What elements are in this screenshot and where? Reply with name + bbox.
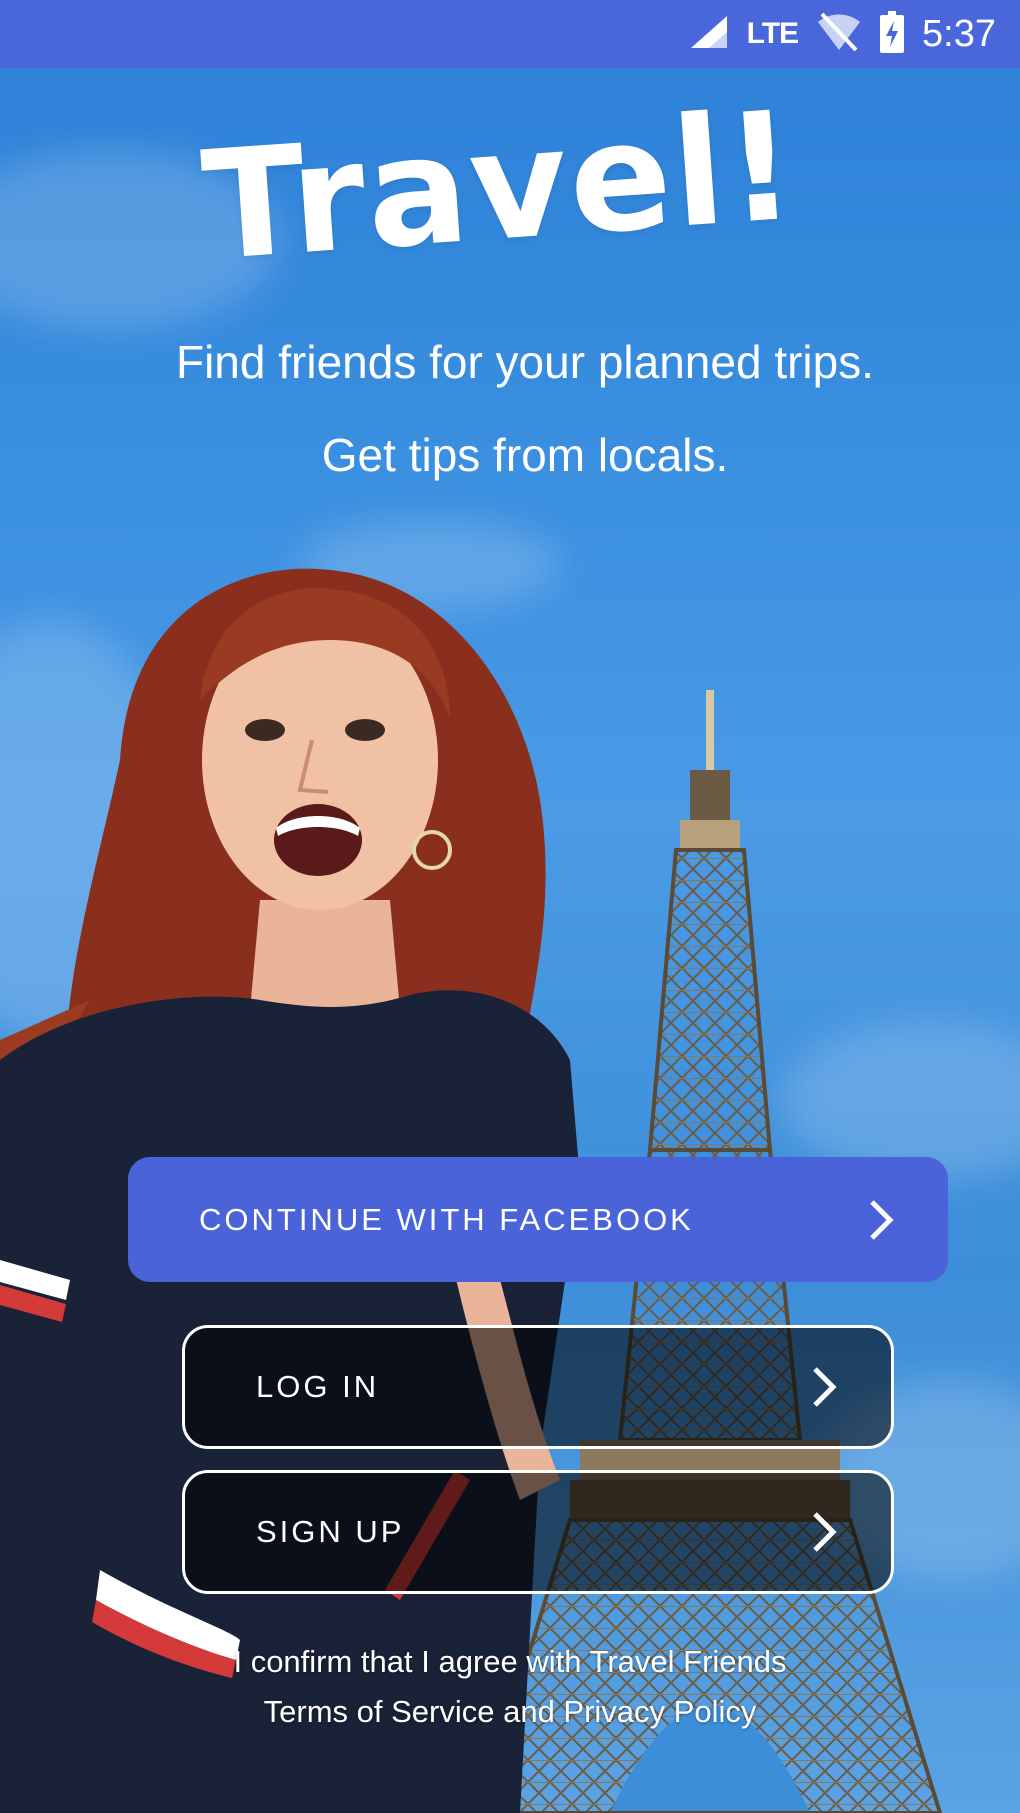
tagline-local-tips: Get tips from locals. bbox=[321, 429, 729, 481]
network-type: LTE bbox=[746, 17, 799, 50]
log-in-button[interactable]: LOG IN bbox=[182, 1325, 894, 1449]
chevron-right-icon bbox=[870, 1199, 894, 1240]
battery-charging-icon bbox=[880, 10, 905, 58]
terms-privacy-link[interactable]: Terms of Service and Privacy Policy bbox=[0, 1694, 1020, 1730]
chevron-right-icon bbox=[813, 1512, 837, 1552]
legal-consent-text: I confirm that I agree with Travel Frien… bbox=[233, 1644, 787, 1679]
sign-up-button[interactable]: SIGN UP bbox=[182, 1470, 894, 1594]
status-bar: LTE 5:37 bbox=[0, 0, 1020, 68]
cell-signal-icon bbox=[689, 14, 729, 55]
welcome-screen: LTE 5:37 Travel! Find friends for your p… bbox=[0, 0, 1020, 1813]
wifi-off-icon bbox=[816, 12, 862, 57]
tagline-find-friends: Find friends for your planned trips. bbox=[175, 336, 875, 388]
continue-with-facebook-button[interactable]: CONTINUE WITH FACEBOOK bbox=[128, 1157, 948, 1282]
chevron-right-icon bbox=[813, 1367, 837, 1407]
sign-up-button-label: SIGN UP bbox=[256, 1514, 405, 1549]
clock: 5:37 bbox=[922, 12, 996, 55]
facebook-button-label: CONTINUE WITH FACEBOOK bbox=[199, 1201, 694, 1237]
log-in-button-label: LOG IN bbox=[256, 1369, 380, 1404]
